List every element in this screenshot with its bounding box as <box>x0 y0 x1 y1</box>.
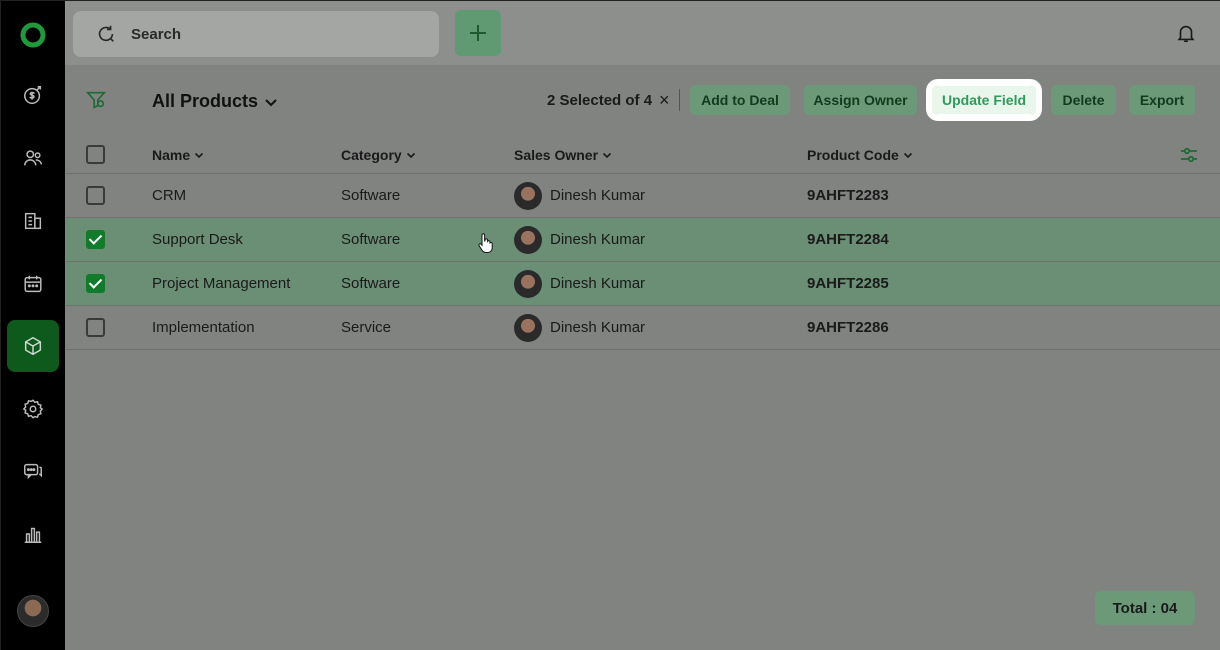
search-input[interactable]: Search <box>73 11 439 57</box>
update-field-button[interactable]: Update Field <box>926 79 1042 121</box>
update-field-label: Update Field <box>932 86 1036 114</box>
sidebar-item-calendar[interactable] <box>7 258 59 310</box>
plus-icon <box>470 25 486 41</box>
cell-owner: Dinesh Kumar <box>550 187 646 204</box>
sidebar-item-chat[interactable] <box>7 445 59 497</box>
main-content: Search All Products 2 Selected of 4 × Ad… <box>65 1 1220 650</box>
chevron-down-icon <box>903 152 912 159</box>
chevron-down-icon <box>195 152 204 159</box>
user-avatar[interactable] <box>17 595 49 627</box>
column-header-product-code[interactable]: Product Code <box>807 147 913 163</box>
top-bar: Search <box>65 1 1220 65</box>
cell-name: CRM <box>152 187 187 204</box>
sidebar <box>1 1 65 650</box>
cell-product-code: 9AHFT2285 <box>807 275 889 292</box>
cell-name: Implementation <box>152 319 255 336</box>
search-placeholder: Search <box>131 25 182 43</box>
divider <box>679 89 680 111</box>
cell-owner: Dinesh Kumar <box>550 275 646 292</box>
owner-avatar <box>514 314 542 342</box>
search-icon <box>98 25 114 42</box>
column-settings-icon[interactable] <box>1179 145 1199 165</box>
cell-category: Service <box>341 319 392 336</box>
selection-count: 2 Selected of 4 <box>547 92 653 109</box>
cell-product-code: 9AHFT2283 <box>807 187 889 204</box>
view-selector[interactable]: All Products <box>152 91 278 112</box>
table-row[interactable]: Support Desk Software Dinesh Kumar 9AHFT… <box>65 218 1220 262</box>
sidebar-item-settings[interactable] <box>7 383 59 435</box>
table-row[interactable]: Project Management Software Dinesh Kumar… <box>65 262 1220 306</box>
cell-category: Software <box>341 275 401 292</box>
cell-owner: Dinesh Kumar <box>550 319 646 336</box>
table-row[interactable]: CRM Software Dinesh Kumar 9AHFT2283 <box>65 174 1220 218</box>
deals-icon <box>24 86 42 104</box>
owner-avatar <box>514 182 542 210</box>
chevron-down-icon <box>406 152 415 159</box>
assign-owner-button[interactable]: Assign Owner <box>804 85 917 115</box>
sidebar-item-companies[interactable] <box>7 195 59 247</box>
filter-icon[interactable] <box>85 89 107 111</box>
row-checkbox[interactable] <box>86 274 105 293</box>
chevron-down-icon <box>265 98 277 106</box>
settings-icon <box>22 399 44 419</box>
view-title: All Products <box>152 91 259 111</box>
chat-icon <box>24 463 42 480</box>
cell-name: Support Desk <box>152 231 243 248</box>
cell-category: Software <box>341 231 401 248</box>
notification-bell-icon[interactable] <box>1175 22 1197 44</box>
cell-name: Project Management <box>152 275 291 292</box>
column-category-label: Category <box>341 147 402 163</box>
select-all-checkbox[interactable] <box>86 145 105 164</box>
column-header-sales-owner[interactable]: Sales Owner <box>514 147 612 163</box>
export-button[interactable]: Export <box>1129 85 1195 115</box>
total-count-badge: Total : 04 <box>1095 591 1195 625</box>
column-header-category[interactable]: Category <box>341 147 416 163</box>
row-checkbox[interactable] <box>86 318 105 337</box>
cell-product-code: 9AHFT2286 <box>807 319 889 336</box>
delete-button[interactable]: Delete <box>1051 85 1116 115</box>
sidebar-item-deals[interactable] <box>7 69 59 121</box>
products-icon <box>24 336 42 356</box>
sidebar-item-products[interactable] <box>7 320 59 372</box>
hand-cursor-icon <box>478 233 493 253</box>
row-checkbox[interactable] <box>86 230 105 249</box>
app-window: Search All Products 2 Selected of 4 × Ad… <box>0 0 1220 650</box>
clear-selection-button[interactable]: × <box>659 90 670 111</box>
chevron-down-icon <box>602 152 612 159</box>
column-owner-label: Sales Owner <box>514 147 599 163</box>
add-button[interactable] <box>455 10 501 56</box>
reports-icon <box>24 527 42 543</box>
owner-avatar <box>514 226 542 254</box>
owner-avatar <box>514 270 542 298</box>
table-header: Name Category Sales Owner Product Code <box>65 137 1220 174</box>
cell-product-code: 9AHFT2284 <box>807 231 889 248</box>
cell-category: Software <box>341 187 401 204</box>
column-code-label: Product Code <box>807 147 899 163</box>
companies-icon <box>24 212 42 230</box>
sidebar-item-contacts[interactable] <box>7 132 59 184</box>
add-to-deal-button[interactable]: Add to Deal <box>690 85 790 115</box>
column-name-label: Name <box>152 147 191 163</box>
sidebar-item-reports[interactable] <box>7 508 59 560</box>
row-checkbox[interactable] <box>86 186 105 205</box>
table-row[interactable]: Implementation Service Dinesh Kumar 9AHF… <box>65 306 1220 350</box>
app-logo-icon[interactable] <box>19 21 47 49</box>
calendar-icon <box>24 275 42 293</box>
cell-owner: Dinesh Kumar <box>550 231 646 248</box>
contacts-icon <box>24 150 42 166</box>
column-header-name[interactable]: Name <box>152 147 204 163</box>
